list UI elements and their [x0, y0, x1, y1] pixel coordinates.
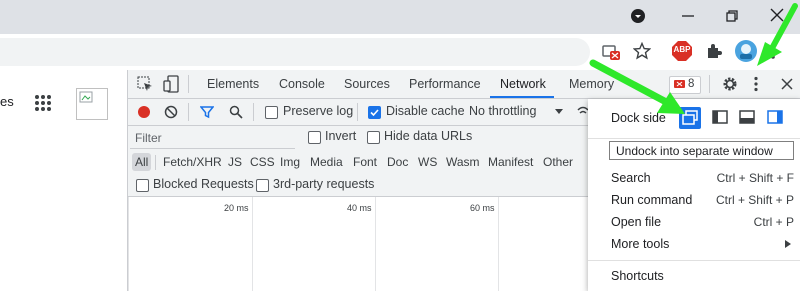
annotation-arrow-to-menu [757, 3, 798, 66]
annotation-arrows [589, 3, 798, 114]
annotation-arrow-to-undock [589, 59, 685, 114]
